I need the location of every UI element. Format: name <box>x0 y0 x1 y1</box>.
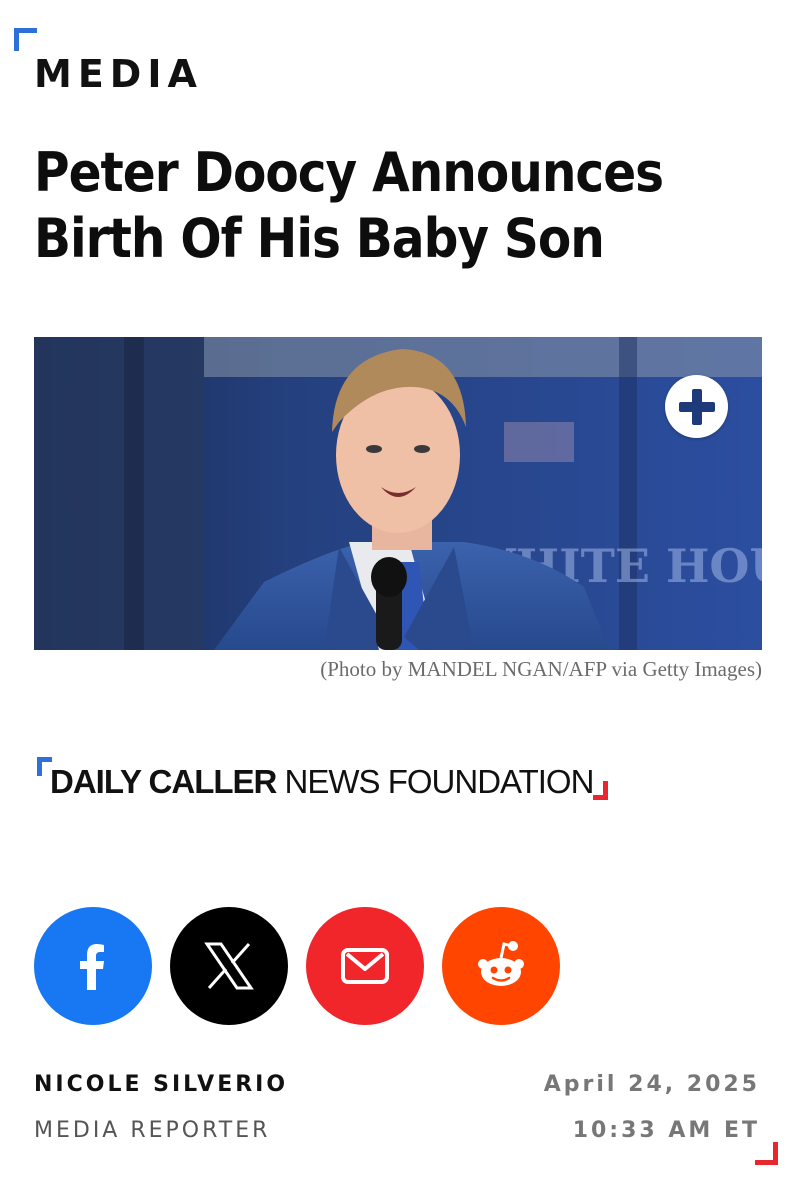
share-facebook-button[interactable] <box>34 907 152 1025</box>
share-buttons <box>34 907 560 1025</box>
share-email-button[interactable] <box>306 907 424 1025</box>
author-role: MEDIA REPORTER <box>34 1118 271 1143</box>
x-icon <box>204 942 254 990</box>
author-name[interactable]: NICOLE SILVERIO <box>34 1072 288 1097</box>
corner-accent-bottom-right <box>755 1142 778 1165</box>
publish-date: April 24, 2025 <box>543 1072 760 1097</box>
article-headline: Peter Doocy Announces Birth Of His Baby … <box>34 141 664 270</box>
photo-caption: (Photo by MANDEL NGAN/AFP via Getty Imag… <box>320 657 762 681</box>
logo-brand-bold: DAILY CALLER <box>50 763 277 800</box>
dcnf-logo-text: DAILY CALLER NEWS FOUNDATION <box>50 763 595 801</box>
plus-icon <box>678 388 715 425</box>
article-photo[interactable]: WHITE HOUSE <box>34 337 762 650</box>
share-reddit-button[interactable] <box>442 907 560 1025</box>
reddit-icon <box>478 941 524 986</box>
share-x-button[interactable] <box>170 907 288 1025</box>
logo-corner-bottom-right <box>593 781 608 800</box>
expand-photo-button[interactable] <box>665 375 728 438</box>
logo-brand-light: NEWS FOUNDATION <box>284 763 595 800</box>
corner-accent-top-left <box>14 28 37 51</box>
envelope-icon <box>341 948 389 984</box>
facebook-icon <box>80 944 104 990</box>
section-label[interactable]: MEDIA <box>34 52 203 96</box>
publish-time: 10:33 AM ET <box>572 1118 760 1143</box>
